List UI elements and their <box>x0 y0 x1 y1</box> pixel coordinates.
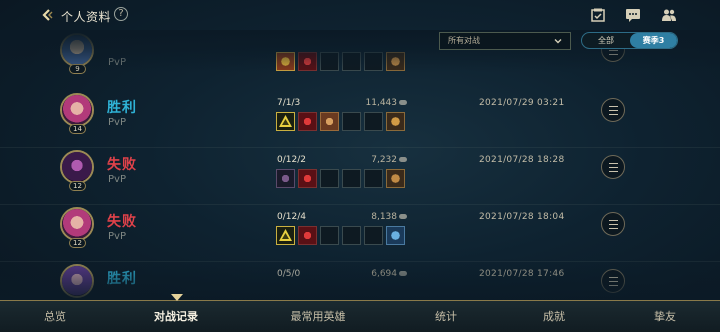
dropdown-selected-value: 所有对战 <box>448 36 480 45</box>
match-mode: PvP <box>108 117 126 128</box>
tab-overview[interactable]: 总览 <box>0 301 110 332</box>
help-icon[interactable]: ? <box>114 7 128 21</box>
match-date: 2021/07/29 03:21 <box>479 98 565 108</box>
empty-item-slot <box>364 226 383 245</box>
gold-stat: 11,443 <box>355 98 407 108</box>
gold-value: 11,443 <box>365 98 398 108</box>
blue-trinket-icon <box>386 226 405 245</box>
trinket-icon <box>386 169 405 188</box>
gold-stat: 7,232 <box>355 155 407 165</box>
gold-coin-icon <box>399 271 407 276</box>
toggle-season[interactable]: 赛季3 <box>630 33 677 48</box>
champion-portrait-icon <box>62 266 92 296</box>
gold-value: 8,138 <box>371 212 397 222</box>
gold-coin-icon <box>399 214 407 219</box>
season-toggle[interactable]: 全部 赛季3 <box>581 32 678 49</box>
friends-icon[interactable] <box>661 8 677 22</box>
row-divider <box>0 261 720 262</box>
trinket-icon <box>386 112 405 131</box>
empty-item-slot <box>364 52 383 71</box>
champion-level-badge: 12 <box>69 238 86 248</box>
match-detail-button[interactable] <box>601 155 625 179</box>
tab-stats[interactable]: 统计 <box>394 301 498 332</box>
empty-item-slot <box>364 169 383 188</box>
champion-avatar <box>60 33 94 67</box>
item-crimson-icon <box>298 52 317 71</box>
mission-checklist-icon[interactable] <box>590 8 606 22</box>
match-date: 2021/07/28 17:46 <box>479 269 565 279</box>
tab-achievements[interactable]: 成就 <box>498 301 610 332</box>
kda-stat: 0/5/0 <box>277 269 301 279</box>
item-gold-triangle-icon <box>276 226 295 245</box>
empty-item-slot <box>320 169 339 188</box>
match-result: 胜利 <box>107 271 137 287</box>
champion-portrait-icon <box>62 35 92 65</box>
match-detail-button[interactable] <box>601 98 625 122</box>
empty-item-slot <box>342 226 361 245</box>
match-detail-button[interactable] <box>601 269 625 293</box>
empty-item-slot <box>342 169 361 188</box>
gold-stat: 8,138 <box>355 212 407 222</box>
match-mode-dropdown[interactable]: 所有对战 <box>439 32 571 50</box>
gold-coin-icon <box>399 100 407 105</box>
match-mode: PvP <box>108 174 126 185</box>
match-list[interactable]: 9 PvP 14 胜利 PvP 7/1/3 11,443 2021/07/29 … <box>0 0 720 332</box>
match-row[interactable]: 12 失败 PvP 0/12/4 8,138 2021/07/28 18:04 <box>0 207 720 265</box>
tab-top-champions[interactable]: 最常用英雄 <box>242 301 394 332</box>
item-crimson-icon <box>298 226 317 245</box>
empty-item-slot <box>342 112 361 131</box>
match-mode: PvP <box>108 231 126 242</box>
row-divider <box>0 204 720 205</box>
kda-stat: 7/1/3 <box>277 98 301 108</box>
champion-portrait-icon <box>62 95 92 125</box>
champion-avatar <box>60 207 94 241</box>
gold-coin-icon <box>399 157 407 162</box>
item-gold-triangle-icon <box>276 112 295 131</box>
item-dark-icon <box>276 169 295 188</box>
gold-value: 6,694 <box>371 269 397 279</box>
active-tab-indicator-icon <box>171 294 183 301</box>
chat-icon[interactable] <box>625 8 641 22</box>
item-gold-icon <box>276 52 295 71</box>
toggle-all[interactable]: 全部 <box>582 33 630 48</box>
header-bar: 个人资料 ? <box>0 0 720 30</box>
champion-level-badge: 14 <box>69 124 86 134</box>
match-result: 失败 <box>107 214 137 230</box>
empty-item-slot <box>320 226 339 245</box>
match-mode: PvP <box>108 57 126 68</box>
match-row[interactable]: 14 胜利 PvP 7/1/3 11,443 2021/07/29 03:21 <box>0 93 720 151</box>
match-row[interactable]: 12 失败 PvP 0/12/2 7,232 2021/07/28 18:28 <box>0 150 720 208</box>
gold-value: 7,232 <box>371 155 397 165</box>
match-date: 2021/07/28 18:04 <box>479 212 565 222</box>
match-result: 失败 <box>107 157 137 173</box>
tab-friends[interactable]: 挚友 <box>610 301 720 332</box>
champion-avatar <box>60 264 94 298</box>
kda-stat: 0/12/2 <box>277 155 306 165</box>
tab-match-history[interactable]: 对战记录 <box>110 301 242 332</box>
champion-portrait-icon <box>62 152 92 182</box>
champion-level-badge: 9 <box>69 64 86 74</box>
match-detail-button[interactable] <box>601 212 625 236</box>
empty-item-slot <box>342 52 361 71</box>
trinket-icon <box>386 52 405 71</box>
match-result: 胜利 <box>107 100 137 116</box>
champion-portrait-icon <box>62 209 92 239</box>
gold-stat: 6,694 <box>355 269 407 279</box>
empty-item-slot <box>320 52 339 71</box>
page-title: 个人资料 <box>61 10 112 24</box>
row-divider <box>0 147 720 148</box>
chevron-down-icon <box>554 39 562 44</box>
empty-item-slot <box>364 112 383 131</box>
champion-avatar <box>60 93 94 127</box>
kda-stat: 0/12/4 <box>277 212 306 222</box>
back-arrow-icon[interactable] <box>40 8 54 22</box>
item-crimson-icon <box>298 112 317 131</box>
bottom-nav: 总览 对战记录 最常用英雄 统计 成就 挚友 <box>0 300 720 332</box>
item-bronze-icon <box>320 112 339 131</box>
champion-level-badge: 12 <box>69 181 86 191</box>
champion-avatar <box>60 150 94 184</box>
match-date: 2021/07/28 18:28 <box>479 155 565 165</box>
item-crimson-icon <box>298 169 317 188</box>
